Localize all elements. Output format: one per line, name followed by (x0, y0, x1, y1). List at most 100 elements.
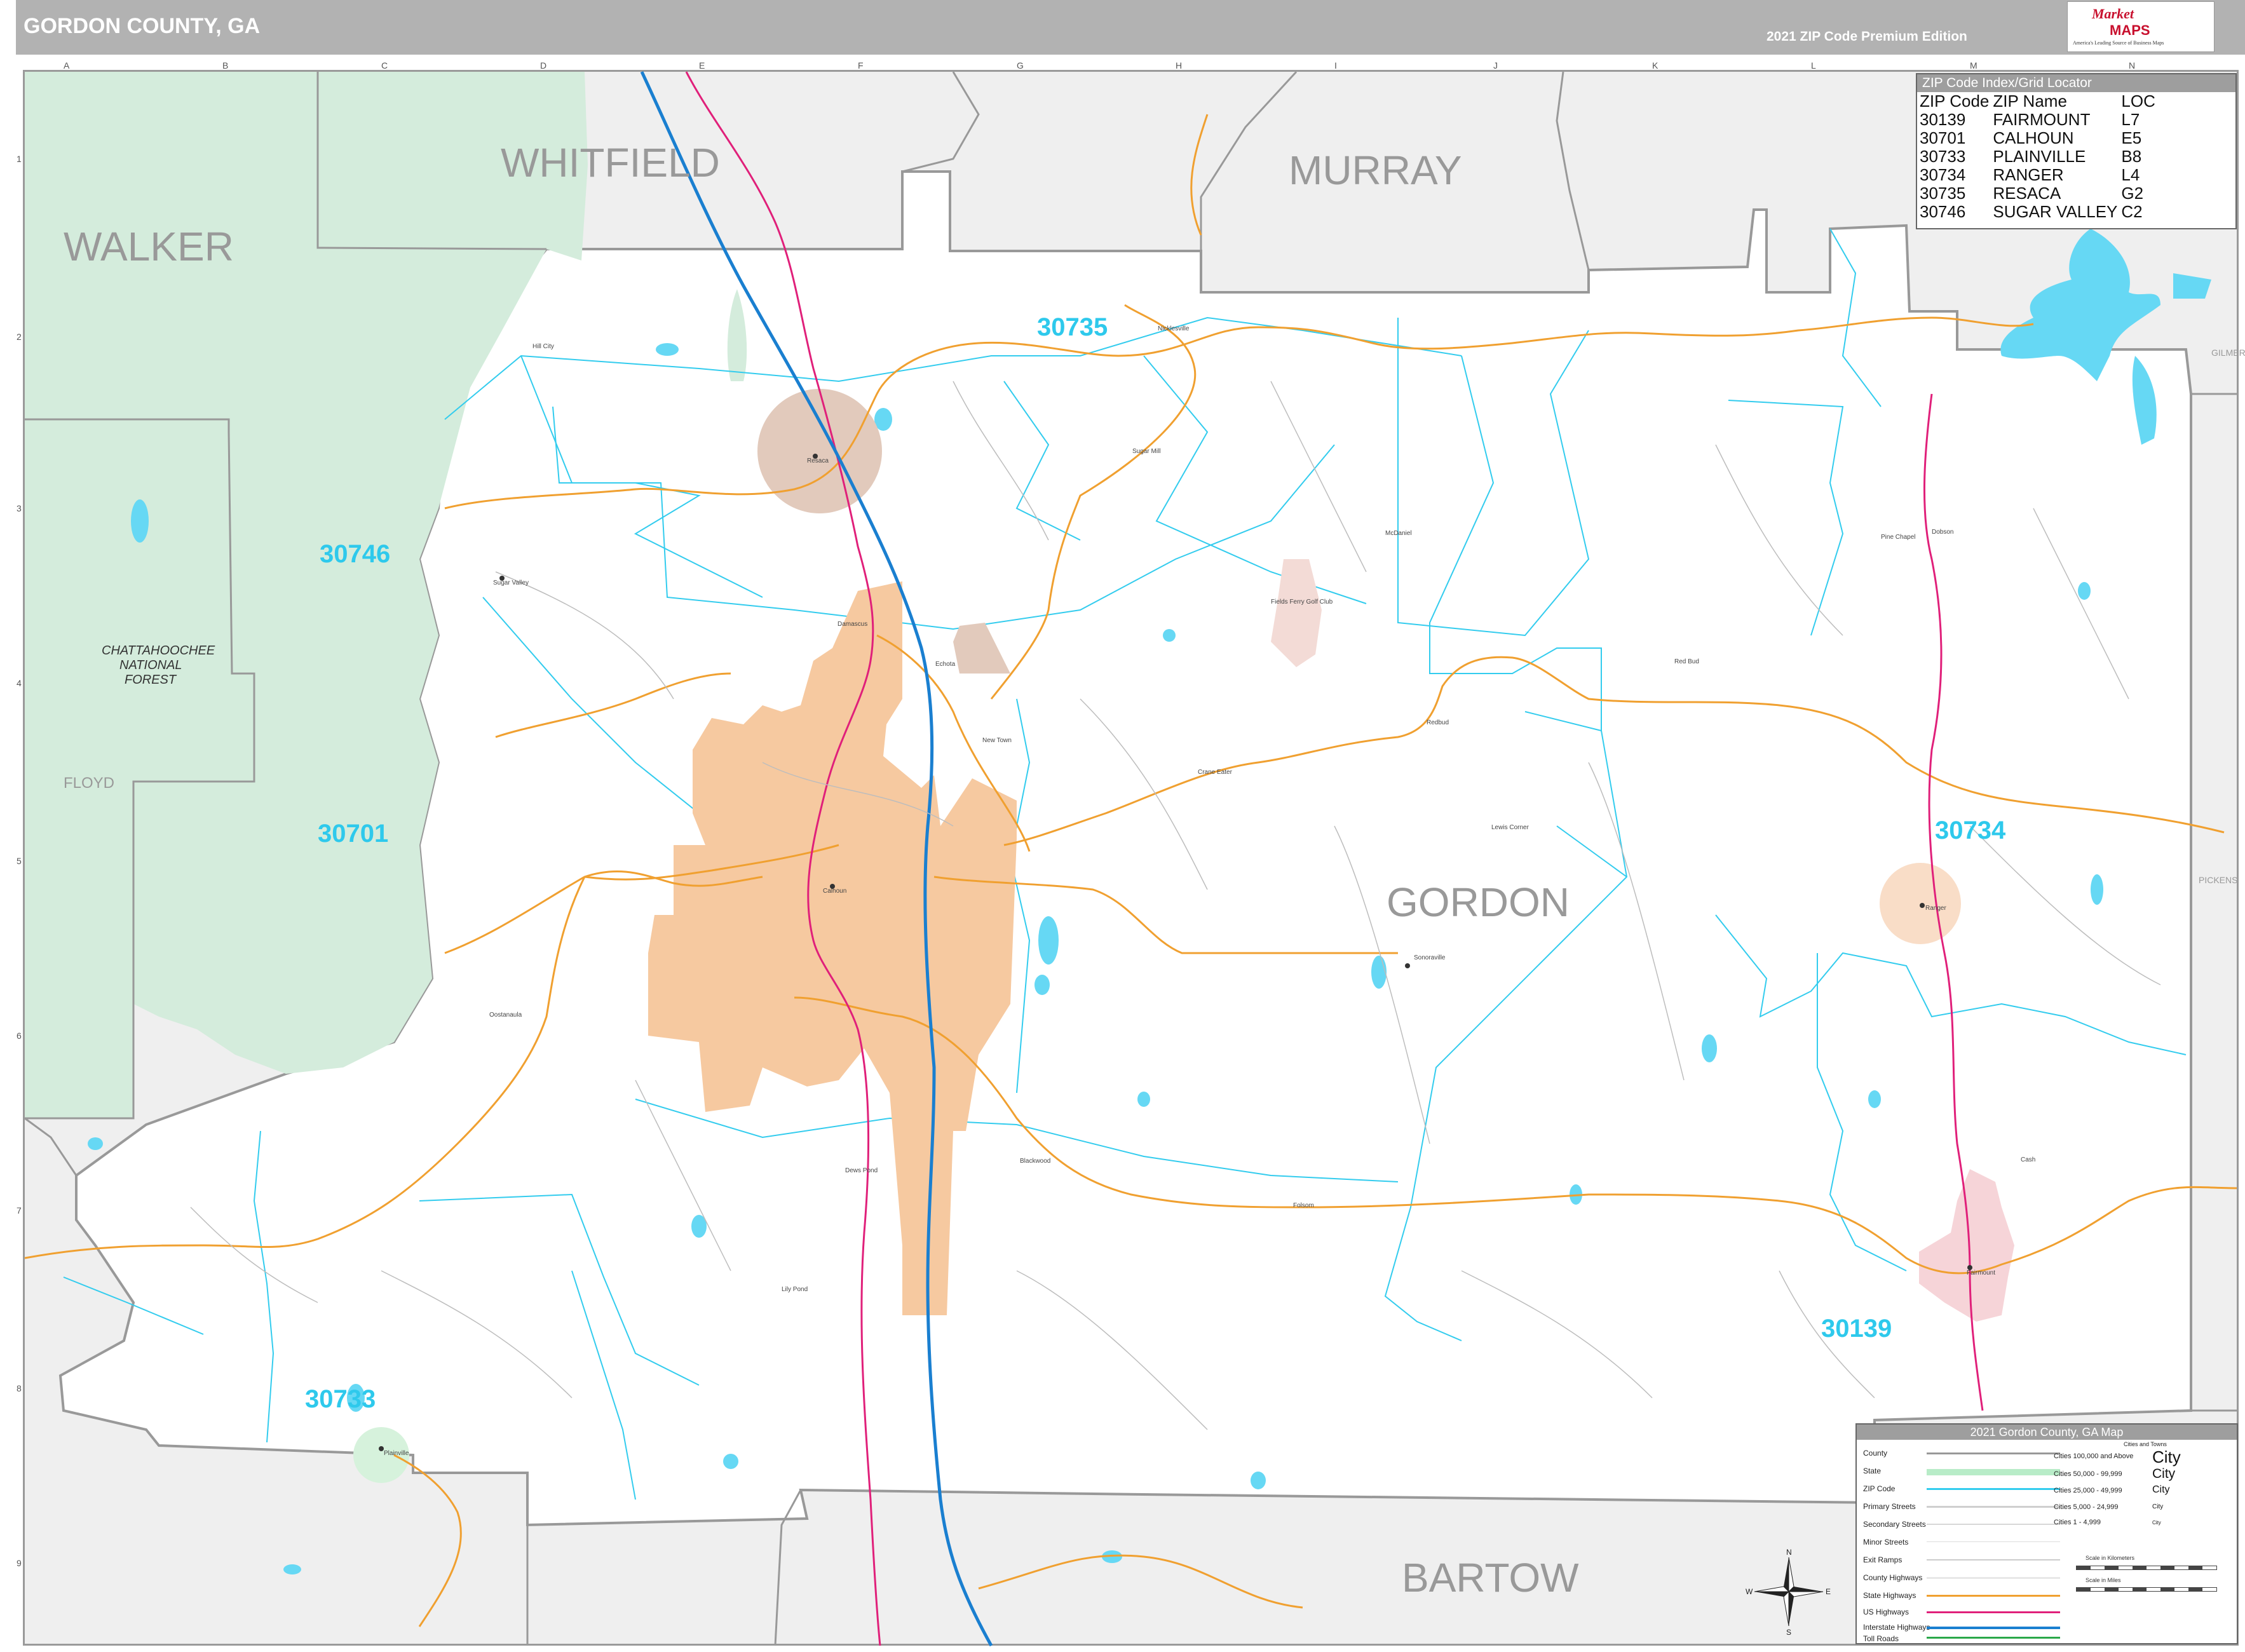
zip-name-cell: FAIRMOUNT (1993, 110, 2091, 129)
grid-letter: H (1176, 60, 1182, 71)
scale-km-label: Scale in Kilometers (2086, 1555, 2135, 1561)
place-label: Calhoun (823, 888, 846, 895)
legend-symbol-minor (1927, 1541, 2060, 1542)
compass-e: E (1826, 1587, 1831, 1596)
place-label: Sonoraville (1414, 954, 1446, 961)
legend-item-minor: Minor Streets (1863, 1538, 1909, 1547)
place-label: McDaniel (1385, 530, 1412, 537)
place-label: Crane Eater (1198, 769, 1233, 776)
legend-item-state: State (1863, 1466, 1882, 1475)
grid-number: 7 (17, 1205, 22, 1215)
grid-letter: N (2129, 60, 2135, 71)
legend-city-class-3: Cities 25,000 - 49,999 (2054, 1487, 2122, 1494)
place-label: Dobson (1932, 529, 1953, 536)
zip-name-cell: CALHOUN (1993, 128, 2074, 147)
legend-item-interstate: Interstate Highways (1863, 1623, 1930, 1632)
place-label: Redbud (1427, 719, 1449, 726)
zip-index-title: ZIP Code Index/Grid Locator (1917, 74, 2235, 92)
legend-item-us-hwy: US Highways (1863, 1608, 1909, 1616)
place-label: Echota (935, 661, 956, 668)
legend-cities-header: Cities and Towns (2124, 1441, 2167, 1447)
zip-label-30733: 30733 (305, 1385, 376, 1413)
place-label: Fairmount (1967, 1269, 1995, 1276)
zip-code-cell: 30733 (1920, 147, 1966, 166)
place-label: Blackwood (1020, 1158, 1050, 1165)
table-row: 30733 PLAINVILLE B8 (1920, 147, 2159, 166)
grid-letter: B (222, 60, 228, 71)
ranger-area (1880, 863, 1961, 944)
legend-title: 2021 Gordon County, GA Map (1857, 1425, 2237, 1440)
zip-loc-cell: L7 (2121, 110, 2140, 129)
place-label: Sugar Valley (493, 579, 529, 586)
grid-letter: A (64, 60, 70, 71)
grid-letter: J (1493, 60, 1498, 71)
zip-index-col-name: ZIP Name (1993, 91, 2067, 111)
legend-symbol-interstate (1927, 1627, 2060, 1629)
place-label: Fields Ferry Golf Club (1271, 599, 1333, 606)
zip-label-30701: 30701 (318, 820, 388, 848)
zip-loc-cell: L4 (2121, 165, 2140, 184)
table-row: 30746 SUGAR VALLEY C2 (1920, 203, 2159, 221)
place-label: Hill City (532, 343, 554, 350)
table-row: 30735 RESACA G2 (1920, 184, 2159, 203)
scale-mi-label: Scale in Miles (2086, 1577, 2121, 1583)
forest-label-line2: NATIONAL (119, 658, 182, 672)
zip-index-col-loc: LOC (2121, 91, 2155, 111)
place-label: Oostanaula (489, 1012, 522, 1019)
legend-item-county-hwy: County Highways (1863, 1573, 1923, 1582)
zip-loc-cell: C2 (2121, 202, 2143, 221)
county-label-walker: WALKER (64, 224, 234, 269)
place-label: Damascus (838, 621, 867, 628)
compass-w: W (1746, 1587, 1753, 1596)
place-label: Folsom (1293, 1202, 1314, 1209)
legend-city-sample-2: City (2152, 1466, 2176, 1481)
place-label: Sugar Mill (1132, 448, 1160, 455)
grid-number: 8 (17, 1383, 22, 1393)
grid-number: 2 (17, 332, 22, 342)
legend-symbol-ramps (1927, 1559, 2060, 1561)
zip-label-30734: 30734 (1935, 816, 2006, 844)
zip-code-cell: 30139 (1920, 110, 1966, 129)
place-label: Resaca (807, 457, 829, 464)
legend-symbol-toll (1927, 1637, 2060, 1639)
zip-index-header-row: ZIP Code ZIP Name LOC (1920, 92, 2159, 111)
grid-letter: M (1970, 60, 1977, 71)
place-label: New Town (982, 737, 1012, 744)
zip-index-table: ZIP Code ZIP Name LOC 30139 FAIRMOUNT L7… (1920, 92, 2159, 221)
zip-index-panel: ZIP Code Index/Grid Locator ZIP Code ZIP… (1916, 73, 2237, 229)
legend-symbol-state-hwy (1927, 1595, 2060, 1597)
place-label: Nicklesville (1158, 325, 1190, 332)
scale-mi-bar (2076, 1587, 2217, 1592)
legend-item-ramps: Exit Ramps (1863, 1555, 1902, 1564)
legend-city-class-5: Cities 1 - 4,999 (2054, 1519, 2101, 1526)
grid-numbers-left: 1 2 3 4 5 6 7 8 9 (17, 154, 22, 1568)
forest-label-line1: CHATTAHOOCHEE (102, 644, 215, 658)
zip-label-30735: 30735 (1037, 313, 1108, 341)
legend-symbol-secondary (1927, 1524, 2060, 1525)
legend-symbol-us-hwy (1927, 1611, 2060, 1613)
zip-name-cell: RANGER (1993, 165, 2064, 184)
zip-label-30746: 30746 (320, 540, 390, 568)
resaca-area (757, 389, 882, 513)
legend-item-toll: Toll Roads (1863, 1634, 1899, 1643)
county-label-whitfield: WHITFIELD (501, 140, 720, 186)
map-canvas[interactable]: A B C D E F G H I J K L M N 1 2 3 4 5 6 … (0, 0, 2245, 1652)
zip-code-cell: 30701 (1920, 128, 1966, 147)
grid-letters-top: A B C D E F G H I J K L M N (64, 60, 2135, 71)
legend-symbol-state (1927, 1469, 2060, 1475)
legend-city-class-4: Cities 5,000 - 24,999 (2054, 1503, 2119, 1511)
grid-number: 3 (17, 503, 22, 513)
zip-name-cell: PLAINVILLE (1993, 147, 2086, 166)
place-label: Lily Pond (782, 1286, 808, 1293)
map-legend: 2021 Gordon County, GA Map County State … (1855, 1423, 2238, 1644)
grid-letter: F (858, 60, 864, 71)
county-label-pickens: PICKENS (2199, 875, 2237, 885)
place-label: Lewis Corner (1491, 824, 1529, 831)
legend-city-sample-3: City (2152, 1484, 2170, 1495)
grid-letter: L (1811, 60, 1816, 71)
place-label: Cash (2021, 1156, 2035, 1163)
scale-km-bar (2076, 1566, 2217, 1570)
table-row: 30139 FAIRMOUNT L7 (1920, 111, 2159, 129)
table-row: 30734 RANGER L4 (1920, 166, 2159, 184)
grid-letter: C (381, 60, 388, 71)
